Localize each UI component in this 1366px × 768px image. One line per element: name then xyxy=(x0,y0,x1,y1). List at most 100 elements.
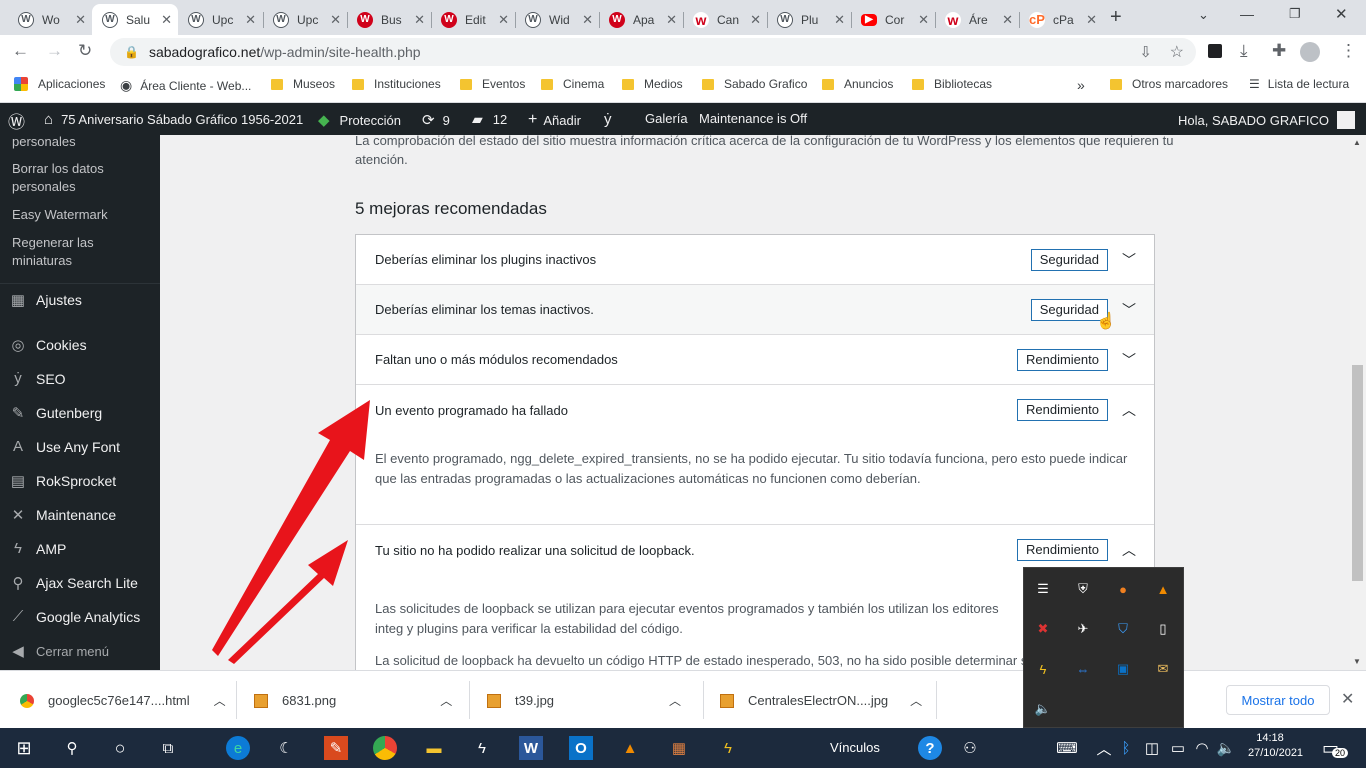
chevron-up-icon[interactable]: ︿ xyxy=(1122,540,1136,560)
security-shield-icon[interactable]: ⛨ xyxy=(1074,580,1092,598)
chevron-up-icon[interactable]: ︿ xyxy=(910,692,922,709)
collapse-menu-button[interactable]: ◀ Cerrar menú xyxy=(8,642,109,660)
sidebar-item-seo[interactable]: ẏ SEO xyxy=(8,370,65,387)
bookmark-folder[interactable]: Eventos xyxy=(460,77,525,91)
issue-row[interactable]: Deberías eliminar los plugins inactivos … xyxy=(356,235,1154,285)
reading-list[interactable]: ☰ Lista de lectura xyxy=(1249,77,1349,91)
word-icon[interactable]: W xyxy=(519,736,543,760)
browser-tab[interactable]: W Upc ✕ xyxy=(263,4,347,35)
issue-row[interactable]: Deberías eliminar los temas inactivos. S… xyxy=(356,285,1154,335)
download-item[interactable]: CentralesElectrON....jpg ︿ xyxy=(720,692,922,709)
sidebar-submenu-item[interactable]: Borrar los datos personales xyxy=(12,160,132,196)
close-tab-icon[interactable]: ✕ xyxy=(414,12,425,28)
scroll-up-icon[interactable]: ▲ xyxy=(1353,138,1361,147)
restore-icon[interactable]: ❐ xyxy=(1289,6,1301,22)
defender-icon[interactable]: ⛉ xyxy=(1114,620,1132,638)
close-tab-icon[interactable]: ✕ xyxy=(1002,12,1013,28)
browser-tab[interactable]: W Apa ✕ xyxy=(599,4,683,35)
gallery-link[interactable]: Galería xyxy=(645,111,688,126)
issue-row-expanded[interactable]: Un evento programado ha fallado Rendimie… xyxy=(356,385,1154,435)
close-window-icon[interactable]: ✕ xyxy=(1335,5,1348,23)
profile-avatar[interactable] xyxy=(1300,42,1320,62)
browser-tab[interactable]: ▶ Cor ✕ xyxy=(851,4,935,35)
sidebar-item-google-analytics[interactable]: ⟋ Google Analytics xyxy=(8,608,141,625)
chevron-up-icon[interactable]: ︿ xyxy=(669,692,681,709)
download-item[interactable]: 6831.png ︿ xyxy=(254,692,452,709)
close-tab-icon[interactable]: ✕ xyxy=(918,12,929,28)
camera-icon[interactable]: ◫ xyxy=(1140,736,1164,760)
site-name-link[interactable]: ⌂ 75 Aniversario Sábado Gráfico 1956-2021 xyxy=(44,111,303,128)
bluetooth-icon[interactable]: ᛒ xyxy=(1114,736,1138,760)
speaker-icon[interactable]: 🔈 xyxy=(1034,700,1052,718)
download-icon[interactable]: ⤓ xyxy=(1240,41,1248,61)
app-icon[interactable]: ▦ xyxy=(667,736,691,760)
download-item[interactable]: googlec5c76e147....html ︿ xyxy=(20,692,226,709)
app-icon[interactable]: ϟ xyxy=(716,736,740,760)
search-icon[interactable]: ⚲ xyxy=(60,736,84,760)
people-icon[interactable]: ⚇ xyxy=(958,736,982,760)
add-new-link[interactable]: + Añadir xyxy=(528,111,581,129)
sidebar-submenu-item[interactable]: personales xyxy=(12,133,76,151)
sidebar-item-maintenance[interactable]: ✕ Maintenance xyxy=(8,506,116,524)
battery-icon[interactable]: ▭ xyxy=(1166,736,1190,760)
chevron-up-icon[interactable]: ︿ xyxy=(1122,400,1136,420)
sync-icon[interactable]: ● xyxy=(1114,580,1132,598)
browser-tab[interactable]: W Wo ✕ xyxy=(8,4,92,35)
reload-icon[interactable]: ↻ xyxy=(78,41,92,61)
sidebar-submenu-item[interactable]: Easy Watermark xyxy=(12,206,108,224)
sidebar-item-ajax-search-lite[interactable]: ⚲ Ajax Search Lite xyxy=(8,574,138,592)
protection-link[interactable]: ◆ Protección xyxy=(318,111,401,129)
show-all-downloads-button[interactable]: Mostrar todo xyxy=(1226,685,1330,715)
app-icon[interactable]: ϟ xyxy=(470,736,494,760)
bird-icon[interactable]: ✈ xyxy=(1074,620,1092,638)
links-toolbar[interactable]: Vínculos xyxy=(830,740,880,755)
browser-tab-active[interactable]: W Salu ✕ xyxy=(92,4,178,35)
new-tab-button[interactable]: + xyxy=(1110,6,1122,29)
address-bar[interactable]: 🔒 sabadografico.net/wp-admin/site-health… xyxy=(110,38,1196,66)
sidebar-item-ajustes[interactable]: ▦ Ajustes xyxy=(8,291,82,309)
chevron-down-icon[interactable]: ﹀ xyxy=(1122,250,1136,270)
extensions-puzzle-icon[interactable]: ✚ xyxy=(1272,41,1286,61)
back-icon[interactable]: ← xyxy=(12,41,29,61)
close-tab-icon[interactable]: ✕ xyxy=(330,12,341,28)
chevron-up-icon[interactable]: ︿ xyxy=(440,692,452,709)
browser-tab[interactable]: W Bus ✕ xyxy=(347,4,431,35)
bolt-icon[interactable]: ϟ xyxy=(1034,660,1052,678)
illustrator-app-icon[interactable]: ✎ xyxy=(324,736,348,760)
vlc-icon[interactable]: ▲ xyxy=(1154,580,1172,598)
wifi-icon[interactable]: ◠ xyxy=(1190,736,1214,760)
vlc-icon[interactable]: ▲ xyxy=(618,736,642,760)
close-tab-icon[interactable]: ✕ xyxy=(245,12,256,28)
updates-link[interactable]: ⟳ 9 xyxy=(422,111,450,129)
bookmark-folder[interactable]: Museos xyxy=(271,77,335,91)
browser-tab[interactable]: W Edit ✕ xyxy=(431,4,515,35)
file-explorer-icon[interactable]: ▬ xyxy=(422,736,446,760)
install-icon[interactable]: ⇩ xyxy=(1139,43,1152,61)
comments-link[interactable]: ▰ 12 xyxy=(472,111,507,128)
browser-tab[interactable]: W Upc ✕ xyxy=(178,4,262,35)
scroll-down-icon[interactable]: ▼ xyxy=(1353,657,1361,666)
chevron-down-icon[interactable]: ﹀ xyxy=(1122,300,1136,320)
bookmark-folder[interactable]: Anuncios xyxy=(822,77,893,91)
mail-icon[interactable]: ✉ xyxy=(1154,660,1172,678)
browser-tab[interactable]: W Plu ✕ xyxy=(767,4,851,35)
minimize-icon[interactable]: — xyxy=(1240,6,1254,22)
other-bookmarks[interactable]: Otros marcadores xyxy=(1110,77,1228,91)
bookmark-folder[interactable]: Cinema xyxy=(541,77,604,91)
sidebar-item-gutenberg[interactable]: ✎ Gutenberg xyxy=(8,404,102,422)
bookmark-item[interactable]: ◉ Área Cliente - Web... xyxy=(120,77,251,94)
sidebar-item-amp[interactable]: ϟ AMP xyxy=(8,540,66,557)
forward-icon[interactable]: → xyxy=(46,41,63,61)
close-tab-icon[interactable]: ✕ xyxy=(498,12,509,28)
outlook-icon[interactable]: ▣ xyxy=(1114,660,1132,678)
browser-tab[interactable]: W Wid ✕ xyxy=(515,4,599,35)
task-view-icon[interactable]: ⧉ xyxy=(156,736,180,760)
close-tab-icon[interactable]: ✕ xyxy=(666,12,677,28)
sidebar-submenu-item[interactable]: Regenerar las miniaturas xyxy=(12,234,132,270)
scrollbar-thumb[interactable] xyxy=(1352,365,1363,581)
wordpress-logo-icon[interactable]: Ⓦ xyxy=(8,108,25,133)
maintenance-status-link[interactable]: Maintenance is Off xyxy=(699,111,807,126)
help-icon[interactable]: ? xyxy=(918,736,942,760)
browser-tab[interactable]: cP cPa ✕ xyxy=(1019,4,1103,35)
windows-start-icon[interactable]: ⊞ xyxy=(12,736,36,760)
